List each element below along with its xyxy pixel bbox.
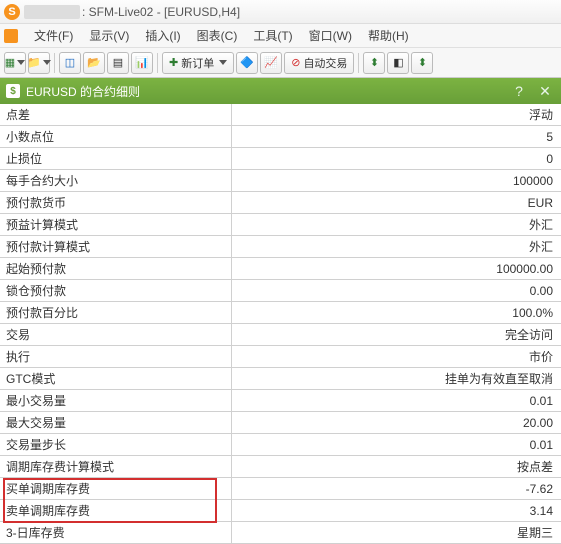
property-value: 按点差 <box>232 456 561 477</box>
tester-button[interactable]: 📊 <box>131 52 153 74</box>
blurred-text <box>24 5 80 19</box>
table-row[interactable]: 交易完全访问 <box>0 324 561 346</box>
panel-title: EURUSD 的合约细则 <box>26 83 140 100</box>
menu-chart[interactable]: 图表(C) <box>189 27 246 44</box>
property-value: 20.00 <box>232 412 561 433</box>
chart-line-button[interactable]: ⬍ <box>411 52 433 74</box>
menu-insert[interactable]: 插入(I) <box>137 27 188 44</box>
property-key: 买单调期库存费 <box>0 478 232 499</box>
help-button[interactable]: ? <box>509 81 529 101</box>
property-key: 预付款货币 <box>0 192 232 213</box>
table-row[interactable]: 执行市价 <box>0 346 561 368</box>
property-key: 最大交易量 <box>0 412 232 433</box>
property-value: 星期三 <box>232 522 561 543</box>
table-row[interactable]: GTC模式挂单为有效直至取消 <box>0 368 561 390</box>
menu-help[interactable]: 帮助(H) <box>360 27 417 44</box>
table-row[interactable]: 预付款货币EUR <box>0 192 561 214</box>
tool-bar: ▦ 📁 ◫ 📂 ▤ 📊 ✚新订单 🔷 📈 ⊘自动交易 ⬍ ◧ ⬍ <box>0 48 561 78</box>
property-value: 3.14 <box>232 500 561 521</box>
navigator-button[interactable]: 📂 <box>83 52 105 74</box>
profiles-button[interactable]: 📁 <box>28 52 50 74</box>
window-title: : SFM-Live02 - [EURUSD,H4] <box>82 5 240 19</box>
chart-candle-button[interactable]: ◧ <box>387 52 409 74</box>
property-key: 卖单调期库存费 <box>0 500 232 521</box>
signals-button[interactable]: 📈 <box>260 52 282 74</box>
property-key: 执行 <box>0 346 232 367</box>
menu-tool[interactable]: 工具(T) <box>245 27 300 44</box>
dollar-icon: $ <box>6 84 20 98</box>
properties-table: 点差浮动小数点位5止损位0每手合约大小100000预付款货币EUR预益计算模式外… <box>0 104 561 544</box>
property-key: 3-日库存费 <box>0 522 232 543</box>
table-row[interactable]: 预付款计算模式外汇 <box>0 236 561 258</box>
property-key: 起始预付款 <box>0 258 232 279</box>
table-row[interactable]: 最小交易量0.01 <box>0 390 561 412</box>
menu-file[interactable]: 文件(F) <box>26 27 81 44</box>
auto-trade-button[interactable]: ⊘自动交易 <box>284 52 354 74</box>
property-value: 100000.00 <box>232 258 561 279</box>
property-key: 预付款百分比 <box>0 302 232 323</box>
separator <box>54 53 55 73</box>
property-key: 锁仓预付款 <box>0 280 232 301</box>
new-order-label: 新订单 <box>181 55 214 71</box>
property-key: GTC模式 <box>0 368 232 389</box>
table-row[interactable]: 锁仓预付款0.00 <box>0 280 561 302</box>
property-value: 0.01 <box>232 434 561 455</box>
table-row[interactable]: 每手合约大小100000 <box>0 170 561 192</box>
property-value: 0 <box>232 148 561 169</box>
table-row[interactable]: 买单调期库存费-7.62 <box>0 478 561 500</box>
property-key: 每手合约大小 <box>0 170 232 191</box>
property-value: 100.0% <box>232 302 561 323</box>
property-key: 小数点位 <box>0 126 232 147</box>
menu-view[interactable]: 显示(V) <box>81 27 137 44</box>
table-row[interactable]: 预付款百分比100.0% <box>0 302 561 324</box>
property-key: 交易量步长 <box>0 434 232 455</box>
table-row[interactable]: 3-日库存费星期三 <box>0 522 561 544</box>
property-key: 点差 <box>0 104 232 125</box>
table-row[interactable]: 止损位0 <box>0 148 561 170</box>
chart-bar-button[interactable]: ⬍ <box>363 52 385 74</box>
property-value: 0.00 <box>232 280 561 301</box>
auto-trade-label: 自动交易 <box>303 55 347 71</box>
property-value: 完全访问 <box>232 324 561 345</box>
property-value: 外汇 <box>232 214 561 235</box>
panel-header: $ EURUSD 的合约细则 ? ✕ <box>0 78 561 104</box>
separator <box>157 53 158 73</box>
table-row[interactable]: 小数点位5 <box>0 126 561 148</box>
property-key: 预付款计算模式 <box>0 236 232 257</box>
property-value: 100000 <box>232 170 561 191</box>
property-key: 止损位 <box>0 148 232 169</box>
property-value: EUR <box>232 192 561 213</box>
property-value: 市价 <box>232 346 561 367</box>
new-chart-button[interactable]: ▦ <box>4 52 26 74</box>
property-key: 预益计算模式 <box>0 214 232 235</box>
table-row[interactable]: 交易量步长0.01 <box>0 434 561 456</box>
property-value: 0.01 <box>232 390 561 411</box>
property-value: 挂单为有效直至取消 <box>232 368 561 389</box>
property-value: -7.62 <box>232 478 561 499</box>
table-row[interactable]: 起始预付款100000.00 <box>0 258 561 280</box>
property-value: 浮动 <box>232 104 561 125</box>
metaquotes-button[interactable]: 🔷 <box>236 52 258 74</box>
table-row[interactable]: 卖单调期库存费3.14 <box>0 500 561 522</box>
app-logo-icon: S <box>4 4 20 20</box>
property-value: 外汇 <box>232 236 561 257</box>
property-key: 交易 <box>0 324 232 345</box>
separator <box>358 53 359 73</box>
property-key: 最小交易量 <box>0 390 232 411</box>
menu-window[interactable]: 窗口(W) <box>301 27 360 44</box>
table-row[interactable]: 预益计算模式外汇 <box>0 214 561 236</box>
table-row[interactable]: 调期库存费计算模式按点差 <box>0 456 561 478</box>
menu-logo-icon <box>4 29 18 43</box>
title-bar: S : SFM-Live02 - [EURUSD,H4] <box>0 0 561 24</box>
market-watch-button[interactable]: ◫ <box>59 52 81 74</box>
table-row[interactable]: 最大交易量20.00 <box>0 412 561 434</box>
property-value: 5 <box>232 126 561 147</box>
property-key: 调期库存费计算模式 <box>0 456 232 477</box>
new-order-button[interactable]: ✚新订单 <box>162 52 234 74</box>
table-row[interactable]: 点差浮动 <box>0 104 561 126</box>
terminal-button[interactable]: ▤ <box>107 52 129 74</box>
close-button[interactable]: ✕ <box>535 81 555 101</box>
menu-bar: 文件(F) 显示(V) 插入(I) 图表(C) 工具(T) 窗口(W) 帮助(H… <box>0 24 561 48</box>
